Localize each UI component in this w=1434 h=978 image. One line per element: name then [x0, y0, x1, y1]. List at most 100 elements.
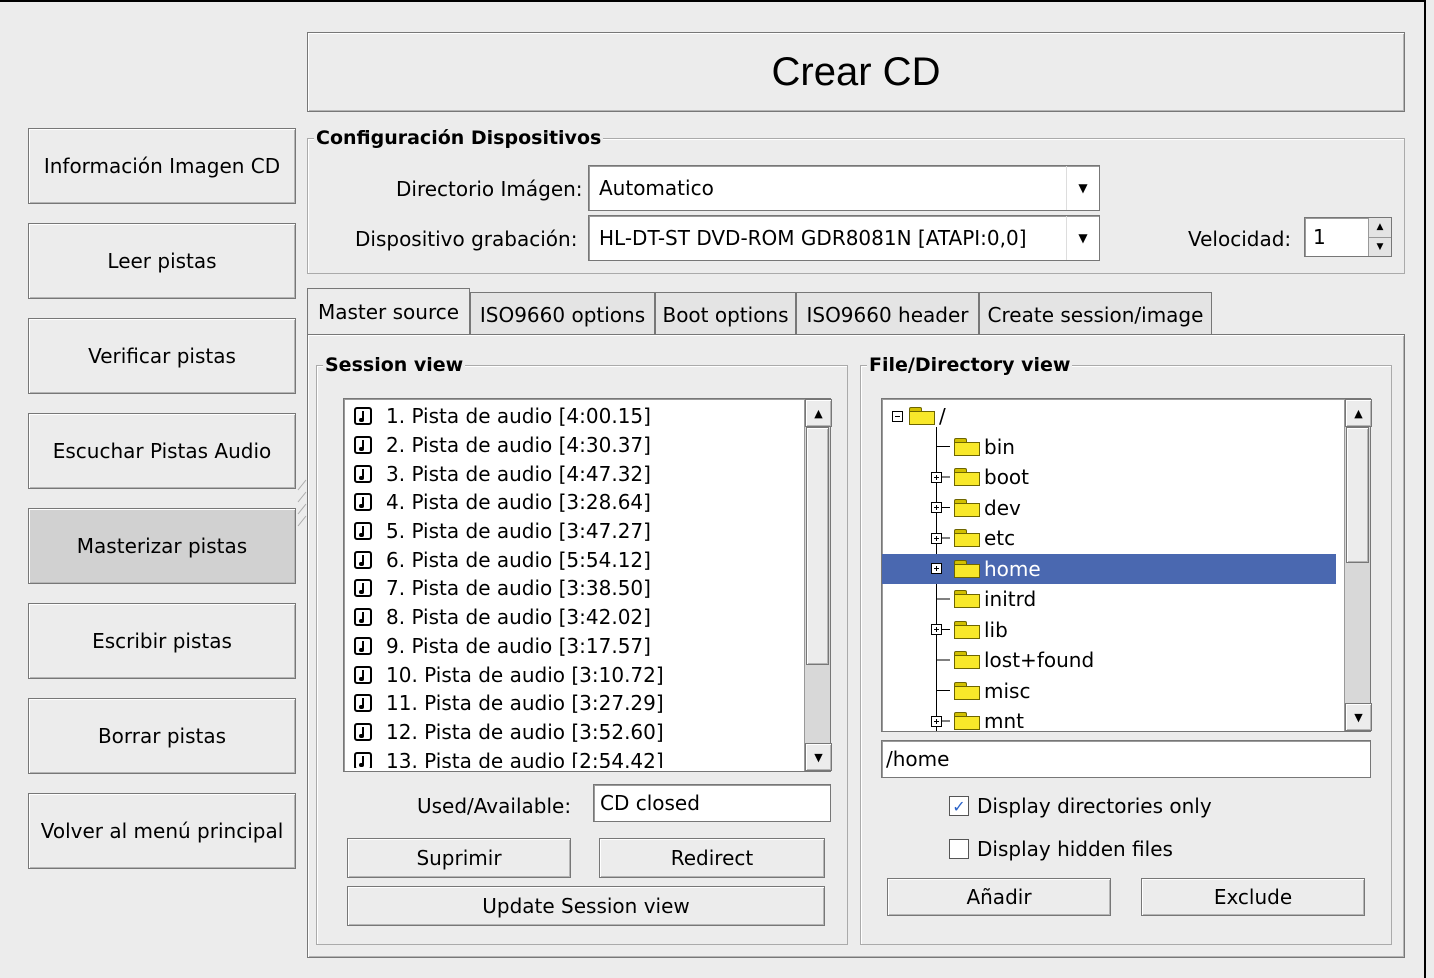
update-session-button[interactable]: Update Session view — [347, 886, 825, 926]
speed-spinbox[interactable]: 1 ▲ ▼ — [1304, 217, 1392, 257]
image-dir-combo[interactable]: Automatico ▼ — [588, 165, 1100, 211]
scroll-down-icon[interactable]: ▼ — [1345, 703, 1372, 731]
audio-track-icon — [354, 608, 372, 627]
list-item[interactable]: 13. Pista de audio [2:54.42] — [344, 746, 802, 768]
tab-3[interactable]: ISO9660 header — [796, 292, 979, 336]
track-label: 6. Pista de audio [5:54.12] — [386, 547, 651, 572]
track-label: 9. Pista de audio [3:17.57] — [386, 633, 651, 658]
tree-item-home[interactable]: home — [882, 553, 1336, 584]
list-item[interactable]: 9. Pista de audio [3:17.57] — [344, 632, 802, 661]
scroll-down-icon[interactable]: ▼ — [805, 743, 832, 771]
page-title-box: Crear CD — [307, 32, 1405, 112]
redirect-button[interactable]: Redirect — [599, 838, 825, 878]
list-item[interactable]: 1. Pista de audio [4:00.15] — [344, 402, 802, 431]
list-item[interactable]: 7. Pista de audio [3:38.50] — [344, 574, 802, 603]
tree-item-label: boot — [984, 465, 1030, 489]
list-item[interactable]: 10. Pista de audio [3:10.72] — [344, 660, 802, 689]
session-list[interactable]: 1. Pista de audio [4:00.15] 2. Pista de a… — [343, 398, 832, 772]
tab-4[interactable]: Create session/image — [979, 292, 1212, 336]
remove-button[interactable]: Suprimir — [347, 838, 571, 878]
list-item[interactable]: 5. Pista de audio [3:47.27] — [344, 517, 802, 546]
tree-item-boot[interactable]: boot — [882, 462, 1336, 492]
tree-item-dev[interactable]: dev — [882, 493, 1336, 523]
sidebar-item-6[interactable]: Borrar pistas — [28, 698, 296, 774]
tree-scrollbar[interactable]: ▲ ▼ — [1344, 399, 1372, 731]
expand-icon[interactable] — [931, 715, 942, 727]
audio-track-icon — [354, 407, 372, 426]
scroll-up-icon[interactable]: ▲ — [805, 399, 832, 427]
window-right-border — [1424, 0, 1426, 978]
list-item[interactable]: 8. Pista de audio [3:42.02] — [344, 603, 802, 632]
expand-icon[interactable] — [931, 502, 942, 513]
list-item[interactable]: 11. Pista de audio [3:27.29] — [344, 689, 802, 718]
devices-legend: Configuración Dispositivos — [314, 127, 604, 149]
tree-item-lostfound[interactable]: lost+found — [882, 645, 1336, 675]
tree-item-misc[interactable]: misc — [882, 676, 1336, 706]
add-button[interactable]: Añadir — [887, 878, 1111, 916]
audio-track-icon — [354, 464, 372, 483]
spin-down-icon[interactable]: ▼ — [1369, 238, 1391, 257]
list-item[interactable]: 12. Pista de audio [3:52.60] — [344, 718, 802, 747]
audio-track-icon — [354, 636, 372, 655]
track-label: 4. Pista de audio [3:28.64] — [386, 490, 651, 515]
tab-1[interactable]: ISO9660 options — [470, 292, 655, 336]
tree-item-label: home — [984, 556, 1041, 581]
track-label: 5. Pista de audio [3:47.27] — [386, 519, 651, 544]
expand-icon[interactable] — [931, 563, 942, 574]
list-item[interactable]: 3. Pista de audio [4:47.32] — [344, 459, 802, 488]
chevron-down-icon[interactable]: ▼ — [1066, 166, 1099, 210]
spin-up-icon[interactable]: ▲ — [1369, 218, 1391, 238]
session-group: Session view 1. Pista de audio [4:00.15]… — [316, 354, 848, 945]
tree-item-etc[interactable]: etc — [882, 523, 1336, 553]
tree-item-lib[interactable]: lib — [882, 615, 1336, 645]
dirs-only-option[interactable]: ✓ Display directories only — [949, 794, 1212, 818]
list-item[interactable]: 2. Pista de audio [4:30.37] — [344, 431, 802, 460]
tab-0[interactable]: Master source — [307, 288, 470, 334]
sidebar-item-3[interactable]: Escuchar Pistas Audio — [28, 413, 296, 489]
track-label: 13. Pista de audio [2:54.42] — [386, 748, 664, 768]
audio-track-icon — [354, 722, 372, 741]
file-tree[interactable]: / bin boot dev etc home initrd lib lost+found mis… — [881, 398, 1372, 732]
sidebar-item-7[interactable]: Volver al menú principal — [28, 793, 296, 869]
expand-icon[interactable] — [931, 471, 942, 483]
folder-icon — [954, 559, 980, 578]
sidebar-item-0[interactable]: Información Imagen CD — [28, 128, 296, 204]
path-input[interactable]: /home — [881, 740, 1371, 778]
track-label: 1. Pista de audio [4:00.15] — [386, 404, 651, 429]
expand-icon[interactable] — [931, 532, 942, 544]
tree-item-initrd[interactable]: initrd — [882, 584, 1336, 614]
dirs-only-checkbox[interactable]: ✓ — [949, 796, 969, 816]
speed-value[interactable]: 1 — [1305, 218, 1368, 256]
sidebar-item-4[interactable]: Masterizar pistas — [28, 508, 296, 584]
folder-open-icon — [909, 407, 935, 425]
collapse-icon[interactable] — [892, 410, 903, 422]
scroll-thumb[interactable] — [806, 427, 829, 665]
hidden-files-option[interactable]: Display hidden files — [949, 837, 1173, 861]
scroll-up-icon[interactable]: ▲ — [1345, 399, 1372, 427]
audio-track-icon — [354, 522, 372, 541]
hidden-files-checkbox[interactable] — [949, 839, 969, 859]
used-field[interactable]: CD closed — [593, 784, 831, 822]
scroll-thumb[interactable] — [1346, 427, 1369, 563]
sidebar-item-5[interactable]: Escribir pistas — [28, 603, 296, 679]
tree-item-label: lib — [984, 617, 1008, 642]
folder-icon — [954, 529, 980, 547]
audio-track-icon — [354, 579, 372, 598]
exclude-button[interactable]: Exclude — [1141, 878, 1365, 916]
session-scrollbar[interactable]: ▲ ▼ — [804, 399, 832, 771]
sidebar-item-1[interactable]: Leer pistas — [28, 223, 296, 299]
tree-item-bin[interactable]: bin — [882, 432, 1336, 462]
tab-2[interactable]: Boot options — [655, 292, 796, 336]
tree-root[interactable]: / — [892, 401, 946, 431]
tree-item-mnt[interactable]: mnt — [882, 706, 1336, 731]
expand-icon[interactable] — [931, 624, 942, 635]
recorder-combo[interactable]: HL-DT-ST DVD-ROM GDR8081N [ATAPI:0,0] ▼ — [588, 215, 1100, 261]
chevron-down-icon[interactable]: ▼ — [1066, 216, 1099, 260]
tree-item-label: initrd — [984, 587, 1037, 611]
sidebar-item-2[interactable]: Verificar pistas — [28, 318, 296, 394]
list-item[interactable]: 4. Pista de audio [3:28.64] — [344, 488, 802, 517]
list-item[interactable]: 6. Pista de audio [5:54.12] — [344, 545, 802, 574]
tree-item-label: dev — [984, 495, 1021, 520]
track-list-viewport: 1. Pista de audio [4:00.15] 2. Pista de a… — [344, 402, 802, 768]
image-dir-label: Directorio Imágen: — [396, 177, 583, 201]
